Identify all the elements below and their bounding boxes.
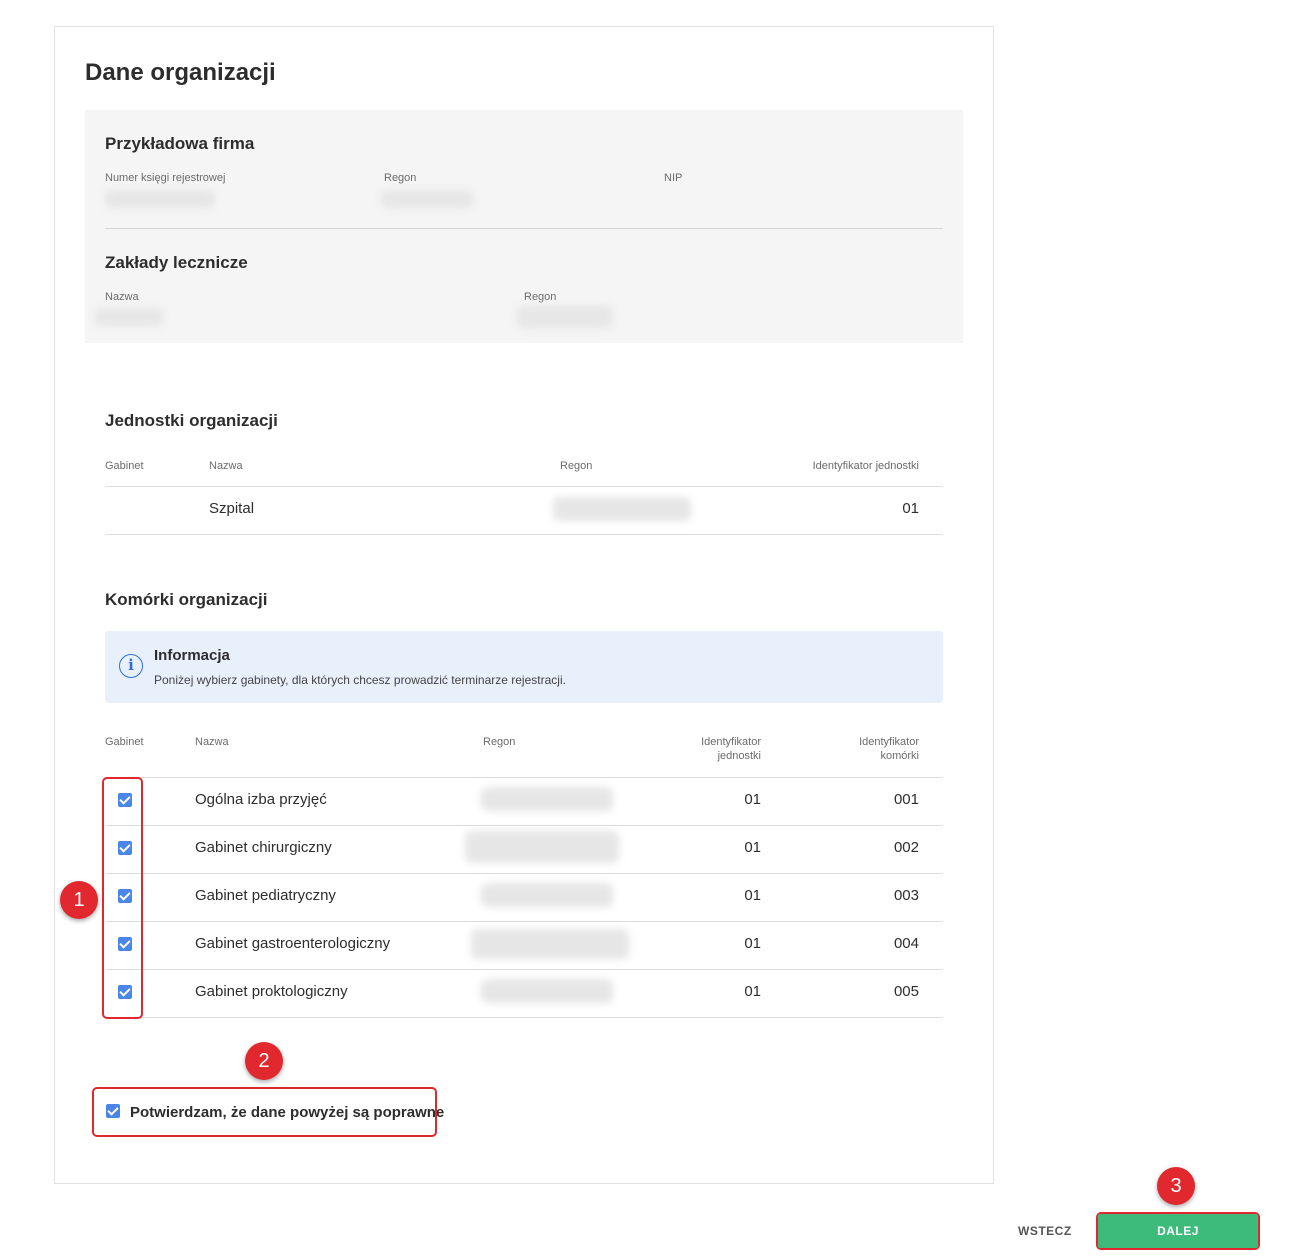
step-badge-3: 3 xyxy=(1157,1167,1195,1205)
cells-header-unit-id-line2: jednostki xyxy=(717,750,761,762)
step-badge-2: 2 xyxy=(245,1042,283,1080)
cell-regon-redacted xyxy=(481,979,613,1003)
cells-header-cell-id-line1: Identyfikator xyxy=(859,736,919,748)
cell-regon-redacted xyxy=(465,831,619,863)
info-icon: i xyxy=(119,654,143,678)
divider xyxy=(105,534,943,535)
page-title: Dane organizacji xyxy=(85,59,276,86)
cells-header-cell-id-line2: komórki xyxy=(880,750,919,762)
info-text: Poniżej wybierz gabinety, dla których ch… xyxy=(154,673,566,687)
divider xyxy=(105,969,943,970)
info-box: i Informacja Poniżej wybierz gabinety, d… xyxy=(105,631,943,703)
facility-name-label: Nazwa xyxy=(105,291,139,303)
cells-header-unit-id-line1: Identyfikator xyxy=(701,736,761,748)
divider xyxy=(105,921,943,922)
cell-unit-id: 01 xyxy=(744,983,761,1000)
cell-unit-id: 01 xyxy=(744,935,761,952)
cell-name: Gabinet pediatryczny xyxy=(195,887,336,904)
krs-label: Numer księgi rejestrowej xyxy=(105,172,226,184)
step-badge-1: 1 xyxy=(60,881,98,919)
cells-header-unit-id: Identyfikator jednostki xyxy=(661,735,761,763)
unit-regon-redacted xyxy=(553,497,691,521)
unit-id: 01 xyxy=(902,500,919,517)
divider xyxy=(105,825,943,826)
company-name: Przykładowa firma xyxy=(105,134,255,153)
units-header-gabinet: Gabinet xyxy=(105,460,144,472)
cell-id: 003 xyxy=(893,887,919,904)
facilities-title: Zakłady lecznicze xyxy=(105,253,248,272)
facility-regon-label: Regon xyxy=(524,291,557,303)
cell-unit-id: 01 xyxy=(744,839,761,856)
units-header-regon: Regon xyxy=(560,460,593,472)
cell-id: 005 xyxy=(893,983,919,1000)
divider xyxy=(105,486,943,487)
cell-id: 002 xyxy=(893,839,919,856)
cell-id: 004 xyxy=(893,935,919,952)
units-title: Jednostki organizacji xyxy=(105,411,278,430)
cell-name: Gabinet chirurgiczny xyxy=(195,839,332,856)
confirm-highlight xyxy=(92,1087,437,1137)
cell-regon-redacted xyxy=(481,883,613,907)
cell-name: Gabinet gastroenterologiczny xyxy=(195,935,391,952)
facility-name-redacted xyxy=(95,308,163,326)
cell-name: Ogólna izba przyjęć xyxy=(195,791,327,808)
organization-card: Dane organizacji Przykładowa firma Numer… xyxy=(54,26,994,1184)
facility-regon-redacted xyxy=(517,306,613,328)
cell-regon-redacted xyxy=(471,929,629,959)
cell-regon-redacted xyxy=(481,787,613,811)
next-button[interactable]: DALEJ xyxy=(1098,1214,1258,1248)
nip-label: NIP xyxy=(664,172,683,184)
units-header-nazwa: Nazwa xyxy=(209,460,243,472)
checkbox-column-highlight xyxy=(102,777,143,1019)
unit-name: Szpital xyxy=(209,500,255,517)
company-summary: Przykładowa firma Numer księgi rejestrow… xyxy=(85,110,963,343)
cell-id: 001 xyxy=(893,791,919,808)
divider xyxy=(105,777,943,778)
cells-header-cell-id: Identyfikator komórki xyxy=(819,735,919,763)
regon-label: Regon xyxy=(384,172,417,184)
cells-header-nazwa: Nazwa xyxy=(195,736,229,748)
divider xyxy=(105,228,943,229)
krs-value-redacted xyxy=(105,190,215,208)
cell-unit-id: 01 xyxy=(744,887,761,904)
units-header-unit-id: Identyfikator jednostki xyxy=(812,460,919,472)
divider xyxy=(105,873,943,874)
cells-header-regon: Regon xyxy=(483,736,516,748)
cells-title: Komórki organizacji xyxy=(105,590,268,609)
info-title: Informacja xyxy=(154,647,230,664)
divider xyxy=(105,1017,943,1018)
back-button[interactable]: WSTECZ xyxy=(1018,1224,1072,1238)
cell-name: Gabinet proktologiczny xyxy=(195,983,348,1000)
regon-value-redacted xyxy=(381,190,473,208)
cells-header-gabinet: Gabinet xyxy=(105,736,144,748)
cell-unit-id: 01 xyxy=(744,791,761,808)
